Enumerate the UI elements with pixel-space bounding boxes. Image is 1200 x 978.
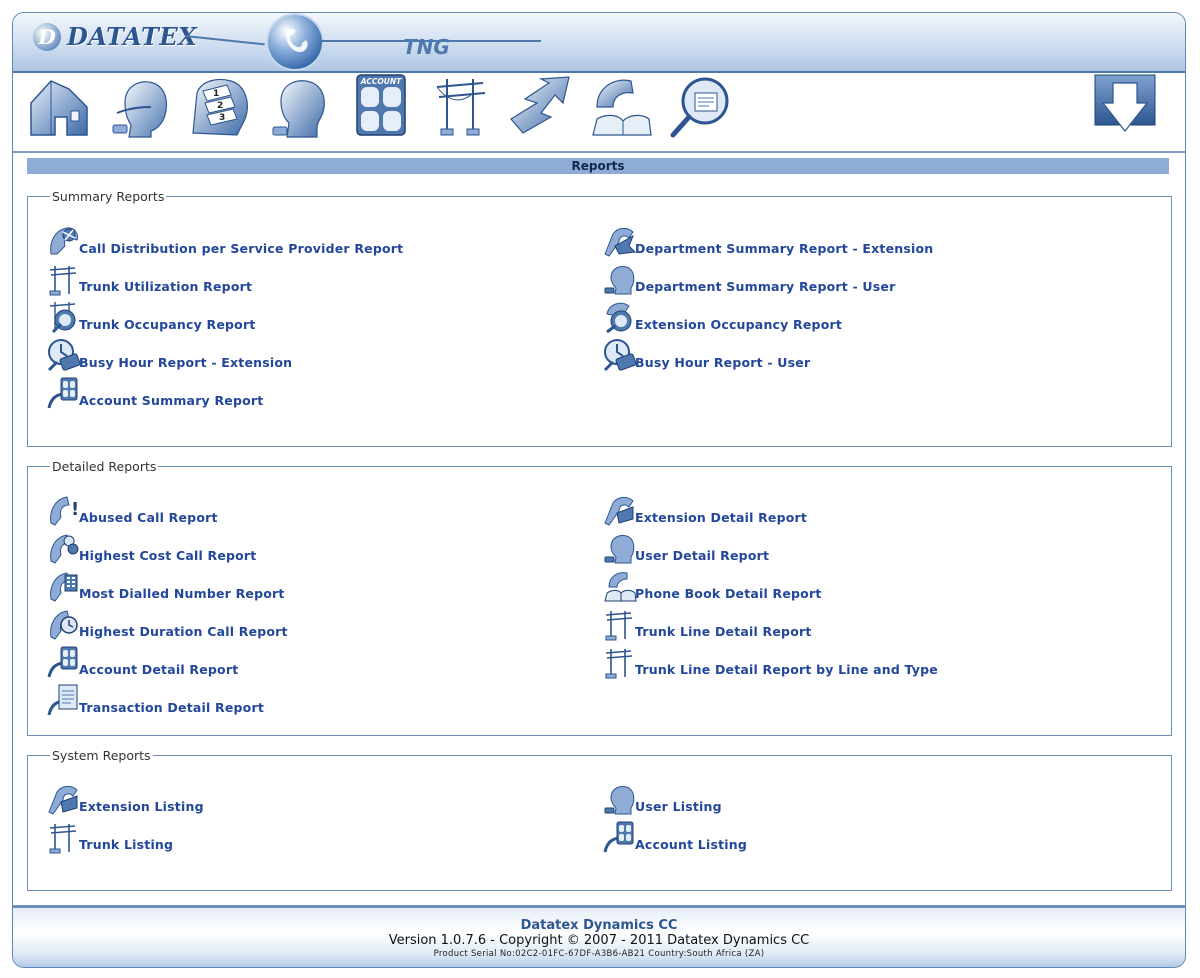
app-frame: D DATATEX TNG 1 2 3 ACCOUNT Reports Summ… (12, 12, 1186, 968)
transaction-document-icon (47, 683, 81, 717)
footer: Datatex Dynamics CC Version 1.0.7.6 - Co… (13, 905, 1185, 967)
department-tree-icon[interactable] (507, 73, 575, 139)
footer-version: Version 1.0.7.6 - Copyright © 2007 - 201… (388, 933, 810, 948)
user-head-icon (603, 531, 637, 565)
account-icon[interactable]: ACCOUNT (347, 73, 415, 139)
report-label: Busy Hour Report - Extension (79, 355, 293, 370)
account-icon (47, 376, 81, 410)
report-label: Call Distribution per Service Provider R… (79, 241, 404, 256)
trunk-occupancy-icon (47, 300, 81, 334)
trunk-lines-icon[interactable] (427, 73, 495, 139)
svg-text:1: 1 (213, 89, 219, 99)
extension-icon (603, 493, 637, 527)
duration-clock-icon (47, 607, 81, 641)
busy-hour-icon (603, 338, 637, 372)
report-label: Transaction Detail Report (79, 700, 264, 715)
reports-magnifier-icon[interactable] (667, 73, 735, 139)
most-dialled-icon (47, 569, 81, 603)
system-reports-section: System Reports (27, 748, 1172, 891)
report-label: Phone Book Detail Report (635, 586, 822, 601)
report-label: User Detail Report (635, 548, 770, 563)
report-label: Trunk Listing (79, 837, 174, 852)
extension-occupancy-icon (603, 300, 637, 334)
report-label: Abused Call Report (79, 510, 218, 525)
department-extension-icon (603, 224, 637, 258)
trunk-icon (47, 820, 81, 854)
datatex-logo-icon: D (33, 23, 61, 51)
user-head-icon (603, 782, 637, 816)
globe-phone-icon (268, 15, 322, 69)
report-label: Extension Listing (79, 799, 204, 814)
report-label: Account Listing (635, 837, 748, 852)
report-label: Highest Cost Call Report (79, 548, 257, 563)
report-label: Busy Hour Report - User (635, 355, 811, 370)
footer-serial: Product Serial No:02C2-01FC-67DF-A3B6-AB… (433, 949, 765, 959)
account-icon (603, 820, 637, 854)
svg-text:!: ! (71, 499, 79, 520)
product-name: TNG (403, 35, 450, 59)
logout-icon[interactable] (1091, 73, 1159, 139)
highest-cost-icon (47, 531, 81, 565)
busy-hour-icon (47, 338, 81, 372)
trunk-icon (47, 262, 81, 296)
department-user-icon (603, 262, 637, 296)
numbered-extensions-icon[interactable]: 1 2 3 (187, 73, 255, 139)
svg-text:2: 2 (217, 101, 223, 111)
phone-book-icon (603, 569, 637, 603)
report-label: Department Summary Report - Extension (635, 241, 934, 256)
report-label: User Listing (635, 799, 722, 814)
report-label: Extension Detail Report (635, 510, 808, 525)
user-head-icon[interactable] (267, 73, 335, 139)
brand-name: DATATEX (67, 22, 198, 51)
abused-call-icon: ! (47, 493, 81, 527)
extension-icon (47, 782, 81, 816)
account-icon (47, 645, 81, 679)
report-label: Account Summary Report (79, 393, 264, 408)
section-legend: Detailed Reports (52, 459, 157, 474)
report-label: Trunk Utilization Report (79, 279, 253, 294)
report-label: Trunk Line Detail Report by Line and Typ… (635, 662, 938, 677)
trunk-icon (603, 607, 637, 641)
report-label: Account Detail Report (79, 662, 239, 677)
svg-text:3: 3 (219, 113, 225, 123)
section-legend: System Reports (52, 748, 151, 763)
page-title: Reports (27, 158, 1169, 174)
report-label: Extension Occupancy Report (635, 317, 843, 332)
service-provider-icon (47, 224, 81, 258)
phone-book-icon[interactable] (587, 73, 655, 139)
report-label: Most Dialled Number Report (79, 586, 285, 601)
headset-operator-icon[interactable] (107, 73, 175, 139)
trunk-icon (603, 645, 637, 679)
footer-company: Datatex Dynamics CC (520, 918, 678, 933)
header-banner: D DATATEX TNG (13, 13, 1185, 73)
report-label: Trunk Occupancy Report (79, 317, 256, 332)
report-label: Trunk Line Detail Report (635, 624, 812, 639)
report-label: Department Summary Report - User (635, 279, 896, 294)
section-legend: Summary Reports (52, 189, 165, 204)
account-icon-label: ACCOUNT (360, 77, 402, 86)
main-toolbar: 1 2 3 ACCOUNT (13, 73, 1185, 153)
home-icon[interactable] (27, 73, 95, 139)
report-label: Highest Duration Call Report (79, 624, 288, 639)
